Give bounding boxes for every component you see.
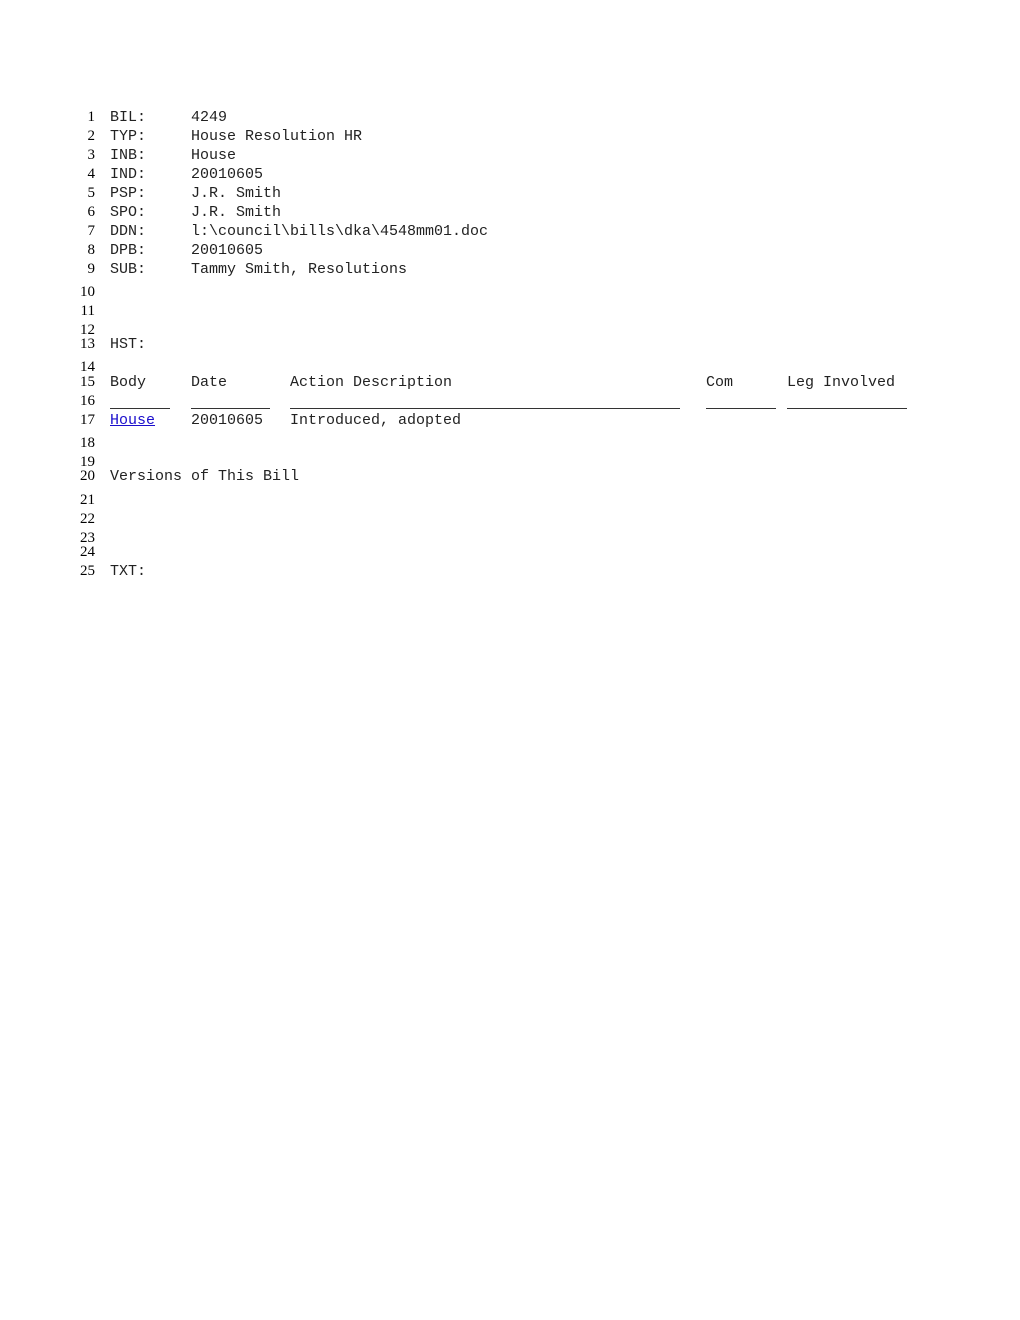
history-header-row: 15 Body Date Action Description Com Leg … xyxy=(0,373,1020,392)
blank-line: 21 xyxy=(0,491,1020,510)
field-key: IND: xyxy=(110,166,147,183)
field-value: 20010605 xyxy=(191,242,264,259)
versions-label: Versions of This Bill xyxy=(110,468,300,485)
blank-line: 22 xyxy=(0,510,1020,529)
field-key: TYP: xyxy=(110,128,147,145)
blank-line: 11 xyxy=(0,302,1020,321)
line-number: 9 xyxy=(87,261,96,277)
rule-body xyxy=(110,408,170,409)
field-line: 1 BIL: 4249 xyxy=(0,108,1020,127)
blank-line: 10 xyxy=(0,283,1020,302)
field-line: 5 PSP: J.R. Smith xyxy=(0,184,1020,203)
field-value: 20010605 xyxy=(191,166,264,183)
field-line: 9 SUB: Tammy Smith, Resolutions xyxy=(0,260,1020,279)
header-com: Com xyxy=(706,374,734,391)
line-number: 21 xyxy=(80,492,95,508)
blank-line: 18 xyxy=(0,434,1020,453)
field-key: DPB: xyxy=(110,242,147,259)
line-number: 7 xyxy=(87,223,96,239)
field-value: J.R. Smith xyxy=(191,185,282,202)
field-key: BIL: xyxy=(110,109,147,126)
line-number: 10 xyxy=(80,284,95,300)
line-number: 2 xyxy=(87,128,96,144)
history-rule-row: 16 xyxy=(0,392,1020,411)
field-line: 4 IND: 20010605 xyxy=(0,165,1020,184)
line-number: 8 xyxy=(87,242,96,258)
header-body: Body xyxy=(110,374,147,391)
line-number: 18 xyxy=(80,435,95,451)
rule-date xyxy=(191,408,270,409)
line-number: 1 xyxy=(87,109,96,125)
history-row: 17 House 20010605 Introduced, adopted xyxy=(0,411,1020,430)
field-line: 6 SPO: J.R. Smith xyxy=(0,203,1020,222)
field-key: DDN: xyxy=(110,223,147,240)
line-number: 15 xyxy=(80,374,95,390)
line-number: 11 xyxy=(80,303,95,319)
line-number: 22 xyxy=(80,511,95,527)
field-line: 8 DPB: 20010605 xyxy=(0,241,1020,260)
header-leg: Leg Involved xyxy=(787,374,896,391)
line-number: 16 xyxy=(80,393,95,409)
field-value: 4249 xyxy=(191,109,228,126)
rule-com xyxy=(706,408,776,409)
line-number: 24 xyxy=(80,544,95,560)
history-label: HST: xyxy=(110,336,147,353)
field-line: 2 TYP: House Resolution HR xyxy=(0,127,1020,146)
field-value: House xyxy=(191,147,237,164)
field-key: SUB: xyxy=(110,261,147,278)
rule-leg xyxy=(787,408,907,409)
row-date: 20010605 xyxy=(191,412,264,429)
versions-line: 20 Versions of This Bill xyxy=(0,467,1020,486)
line-number: 3 xyxy=(87,147,96,163)
line-number: 6 xyxy=(87,204,96,220)
header-action: Action Description xyxy=(290,374,453,391)
field-line: 7 DDN: l:\council\bills\dka\4548mm01.doc xyxy=(0,222,1020,241)
field-key: INB: xyxy=(110,147,147,164)
line-number: 25 xyxy=(80,563,95,579)
line-number: 4 xyxy=(87,166,96,182)
text-label-line: 25 TXT: xyxy=(0,562,1020,581)
line-number: 13 xyxy=(80,336,95,352)
rule-action xyxy=(290,408,680,409)
field-value: Tammy Smith, Resolutions xyxy=(191,261,408,278)
header-date: Date xyxy=(191,374,228,391)
field-value: J.R. Smith xyxy=(191,204,282,221)
body-link-house[interactable]: House xyxy=(110,411,155,430)
blank-line: 24 xyxy=(0,543,1020,562)
line-number: 20 xyxy=(80,468,95,484)
text-label: TXT: xyxy=(110,563,147,580)
row-action: Introduced, adopted xyxy=(290,412,462,429)
line-number: 5 xyxy=(87,185,96,201)
field-value: l:\council\bills\dka\4548mm01.doc xyxy=(191,223,489,240)
field-value: House Resolution HR xyxy=(191,128,363,145)
field-key: SPO: xyxy=(110,204,147,221)
history-label-line: 13 HST: xyxy=(0,335,1020,354)
field-line: 3 INB: House xyxy=(0,146,1020,165)
line-number: 17 xyxy=(80,412,95,428)
field-key: PSP: xyxy=(110,185,147,202)
